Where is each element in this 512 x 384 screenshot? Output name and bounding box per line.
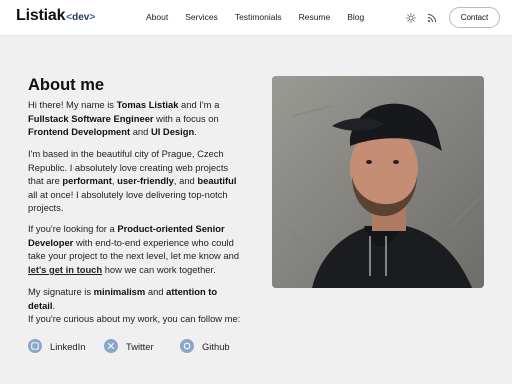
about-section: About me Hi there! My name is Tomas List…	[0, 37, 512, 384]
twitter-icon	[104, 339, 118, 353]
nav-blog[interactable]: Blog	[347, 12, 364, 22]
nav-services[interactable]: Services	[185, 12, 218, 22]
location-paragraph: I'm based in the beautiful city of Pragu…	[28, 148, 237, 214]
follow-paragraph: If you're curious about my work, you can…	[28, 313, 241, 324]
theme-toggle-button[interactable]	[405, 12, 417, 24]
get-in-touch-link[interactable]: let's get in touch	[28, 264, 102, 275]
logo-name: Listiak	[16, 7, 66, 24]
twitter-link[interactable]: Twitter	[104, 339, 154, 353]
nav-testimonials[interactable]: Testimonials	[235, 12, 282, 22]
hire-paragraph: If you're looking for a Product-oriented…	[28, 223, 240, 275]
sun-icon	[406, 13, 416, 23]
github-icon	[180, 339, 194, 353]
signature-paragraph: My signature is minimalism and attention…	[28, 286, 218, 311]
logo-dev-badge: < dev >	[66, 12, 96, 23]
contact-button[interactable]: Contact	[449, 7, 500, 28]
site-header: Listiak < dev > About Services Testimonial…	[0, 0, 512, 36]
github-label: Github	[202, 340, 230, 352]
intro-paragraph: Hi there! My name is Tomas Listiak and I…	[28, 99, 220, 138]
github-link[interactable]: Github	[180, 339, 230, 353]
twitter-label: Twitter	[126, 340, 154, 352]
profile-photo	[272, 76, 484, 288]
nav-about[interactable]: About	[146, 12, 168, 22]
linkedin-link[interactable]: LinkedIn	[28, 339, 85, 353]
linkedin-label: LinkedIn	[50, 340, 86, 352]
linkedin-icon	[28, 339, 42, 353]
logo-dev-label: dev	[72, 12, 90, 23]
rss-button[interactable]	[426, 12, 438, 24]
nav-resume[interactable]: Resume	[299, 12, 331, 22]
page-title: About me	[28, 76, 105, 94]
rss-icon	[427, 14, 436, 23]
logo[interactable]: Listiak < dev >	[16, 7, 95, 25]
main-nav: About Services Testimonials Resume Blog	[146, 12, 381, 22]
